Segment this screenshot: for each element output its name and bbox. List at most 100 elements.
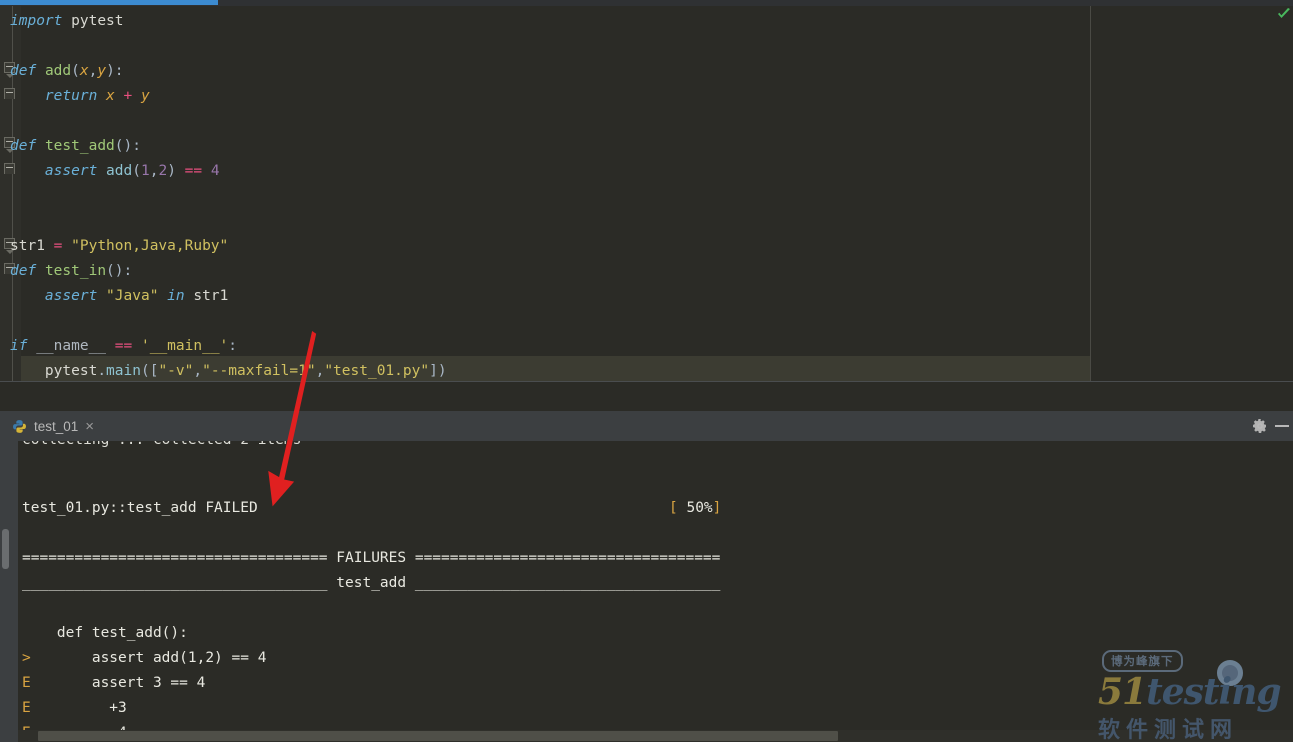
code-token: import: [10, 13, 63, 29]
code-token: pytest: [44, 363, 98, 379]
code-token: 4: [210, 163, 220, 179]
console-output-line: > assert add(1,2) == 4: [22, 646, 266, 671]
code-token: assert: [44, 163, 98, 179]
minimize-icon[interactable]: [1275, 425, 1289, 427]
console-output-line: E assert 3 == 4: [22, 671, 205, 696]
code-token: x: [106, 88, 115, 104]
code-content[interactable]: import pytest def add(x,y): return x + yd…: [0, 6, 1090, 381]
console-text: test_01.py::test_add FAILED: [22, 500, 258, 516]
code-editor[interactable]: import pytest def add(x,y): return x + yd…: [0, 6, 1293, 381]
code-line: if __name__ == '__main__':: [10, 334, 237, 359]
watermark-badge: 博为峰旗下: [1102, 650, 1183, 672]
close-icon[interactable]: ×: [85, 419, 94, 434]
code-token: str1: [10, 238, 45, 254]
console-text: ___________________________________ test…: [22, 575, 721, 591]
gear-icon[interactable]: [1252, 418, 1268, 434]
divider-line: [0, 381, 1293, 382]
console-text: assert 3 == 4: [30, 675, 206, 691]
editor-right-pane: [1091, 6, 1293, 381]
console-left-toolbar[interactable]: [0, 441, 18, 742]
code-token: ): [167, 163, 185, 179]
code-token: def: [10, 63, 37, 79]
code-line: assert add(1,2) == 4: [10, 159, 220, 184]
code-token: ==: [114, 338, 133, 354]
code-token: test_add: [44, 138, 115, 154]
console-text: [: [669, 500, 678, 516]
code-token: in: [167, 288, 185, 304]
code-token: assert: [44, 288, 98, 304]
code-token: 2: [158, 163, 168, 179]
code-token: '__main__': [140, 338, 229, 354]
code-token: ():: [114, 138, 141, 154]
console-header: test_01 ×: [0, 411, 1293, 441]
code-token: "test_01.py": [324, 363, 430, 379]
code-line: def test_in():: [10, 259, 132, 284]
console-text: E: [22, 700, 31, 716]
code-token: ==: [184, 163, 203, 179]
console-clipped-line: collecting ... collected 2 items: [22, 441, 922, 453]
console-output-line: [ 50%]: [669, 496, 721, 521]
vertical-scroll-grip[interactable]: [2, 529, 9, 569]
code-token: ():: [106, 263, 133, 279]
watermark-brand-prefix: 51: [1098, 671, 1147, 713]
console-text: 50%: [677, 500, 713, 516]
code-line: str1 = "Python,Java,Ruby": [10, 234, 228, 259]
console-output-line: E +3: [22, 696, 127, 721]
code-token: ,: [193, 363, 203, 379]
horizontal-scrollbar-thumb[interactable]: [38, 731, 838, 741]
tab-test-01[interactable]: test_01 ×: [8, 411, 98, 441]
green-check-icon[interactable]: [1277, 8, 1291, 22]
console-text: def test_add():: [22, 625, 188, 641]
code-token: def: [10, 138, 37, 154]
console-text: assert add(1,2) == 4: [30, 650, 267, 666]
code-token: str1: [193, 288, 229, 304]
code-line: return x + y: [10, 84, 150, 109]
console-text: ]: [712, 500, 722, 516]
code-token: test_in: [44, 263, 107, 279]
code-token: main: [106, 363, 141, 379]
console-text: E: [22, 675, 31, 691]
code-token: "--maxfail=1": [202, 363, 316, 379]
code-line: def test_add():: [10, 134, 141, 159]
code-token: (: [71, 63, 80, 79]
console-output-line: def test_add():: [22, 621, 188, 646]
code-token: ([: [140, 363, 159, 379]
editor-console-divider[interactable]: [0, 381, 1293, 411]
code-line: def add(x,y):: [10, 59, 124, 84]
console-clipped-text: collecting ... collected 2 items: [22, 441, 301, 453]
code-line: import pytest: [10, 9, 124, 34]
code-token: return: [44, 88, 98, 104]
code-token: if: [10, 338, 28, 354]
code-token: 1: [140, 163, 150, 179]
code-token: ]): [429, 363, 447, 379]
code-line: assert "Java" in str1: [10, 284, 228, 309]
python-file-icon: [12, 419, 27, 434]
code-token: y: [97, 63, 107, 79]
code-token: "Java": [106, 288, 159, 304]
watermark: 博为峰旗下 51testing 软件测试网: [1098, 650, 1286, 742]
watermark-brand-suffix: testing: [1146, 671, 1281, 713]
tab-label: test_01: [34, 418, 79, 434]
console-text: =================================== FAIL…: [22, 550, 721, 566]
code-token: :: [228, 338, 238, 354]
console-text: >: [22, 650, 31, 666]
code-token: add: [106, 163, 133, 179]
top-progress-fill: [0, 0, 218, 5]
code-token: __name__: [36, 338, 107, 354]
code-token: .: [97, 363, 107, 379]
